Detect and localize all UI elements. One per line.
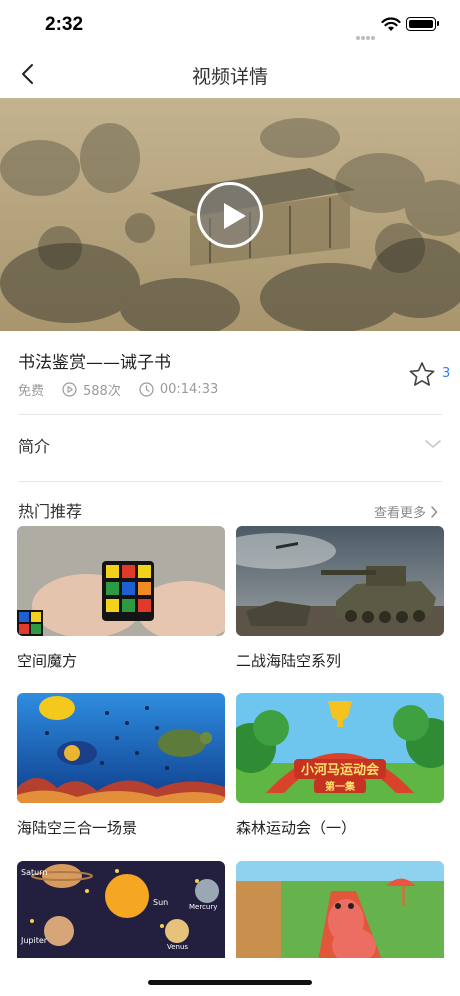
chevron-down-icon [425,440,441,448]
video-title: 书法鉴赏——诫子书 [18,353,171,373]
planet-name: Venus [167,943,188,951]
ocean-image [17,693,225,803]
play-count: 588次 [83,383,121,399]
play-icon [224,203,246,229]
planet-name: Mercury [189,903,217,911]
hippo-image [236,861,444,971]
video-card-title: 海陆空三合一场景 [17,819,138,837]
video-card-title: 二战海陆空系列 [236,652,342,670]
bottom-safe-area [0,958,460,996]
video-card[interactable]: 空间魔方 [17,526,225,671]
video-card-title: 森林运动会（一） [236,819,357,837]
intro-label: 简介 [18,437,51,456]
planet-name: Sun [153,898,168,907]
view-more-link[interactable]: 查看更多 [374,502,438,521]
video-meta: 免费 588次 00:14:33 [18,379,218,399]
view-more-label: 查看更多 [374,506,427,521]
status-bar: 2:32 [0,0,460,50]
video-thumbnail [236,861,444,971]
clock-icon [139,381,154,397]
nav-bar: 视频详情 [0,50,460,98]
favorite-count: 3 [442,366,451,381]
intro-row[interactable]: 简介 [0,416,460,480]
price-label: 免费 [18,383,45,399]
battery-icon [406,17,439,31]
forest-banner-text: 小河马运动会 [301,762,380,778]
video-thumbnail [236,526,444,636]
star-icon[interactable] [408,361,436,388]
home-indicator [148,980,312,985]
planets-image: Saturn Sun Mercury Jupiter Venus [17,861,225,971]
play-button[interactable] [197,182,263,248]
status-time: 2:32 [45,14,84,35]
tank-image [236,526,444,636]
wifi-icon [381,17,401,31]
play-count-icon [62,381,77,397]
planet-name: Jupiter [20,936,48,945]
video-card-title: 空间魔方 [17,652,78,670]
video-card[interactable]: 海陆空三合一场景 [17,693,225,838]
forest-episode-text: 第一集 [325,780,356,793]
page-title: 视频详情 [191,66,268,88]
video-card[interactable]: 小河马运动会 第一集 森林运动会（一） [236,693,444,838]
rubiks-cube-image [17,526,225,636]
video-thumbnail: Saturn Sun Mercury Jupiter Venus [17,861,225,971]
video-card[interactable]: 二战海陆空系列 [236,526,444,671]
video-thumbnail [17,693,225,803]
chevron-right-icon [431,505,438,518]
divider [18,481,442,482]
video-thumbnail [17,526,225,636]
duration: 00:14:33 [159,381,219,397]
video-thumbnail: 小河马运动会 第一集 [236,693,444,803]
forest-games-image: 小河马运动会 第一集 [236,693,444,803]
cellular-signal-icon [356,25,376,40]
section-title: 热门推荐 [18,502,83,521]
video-player[interactable] [0,98,460,331]
planet-name: Saturn [21,868,47,877]
divider [18,414,442,415]
